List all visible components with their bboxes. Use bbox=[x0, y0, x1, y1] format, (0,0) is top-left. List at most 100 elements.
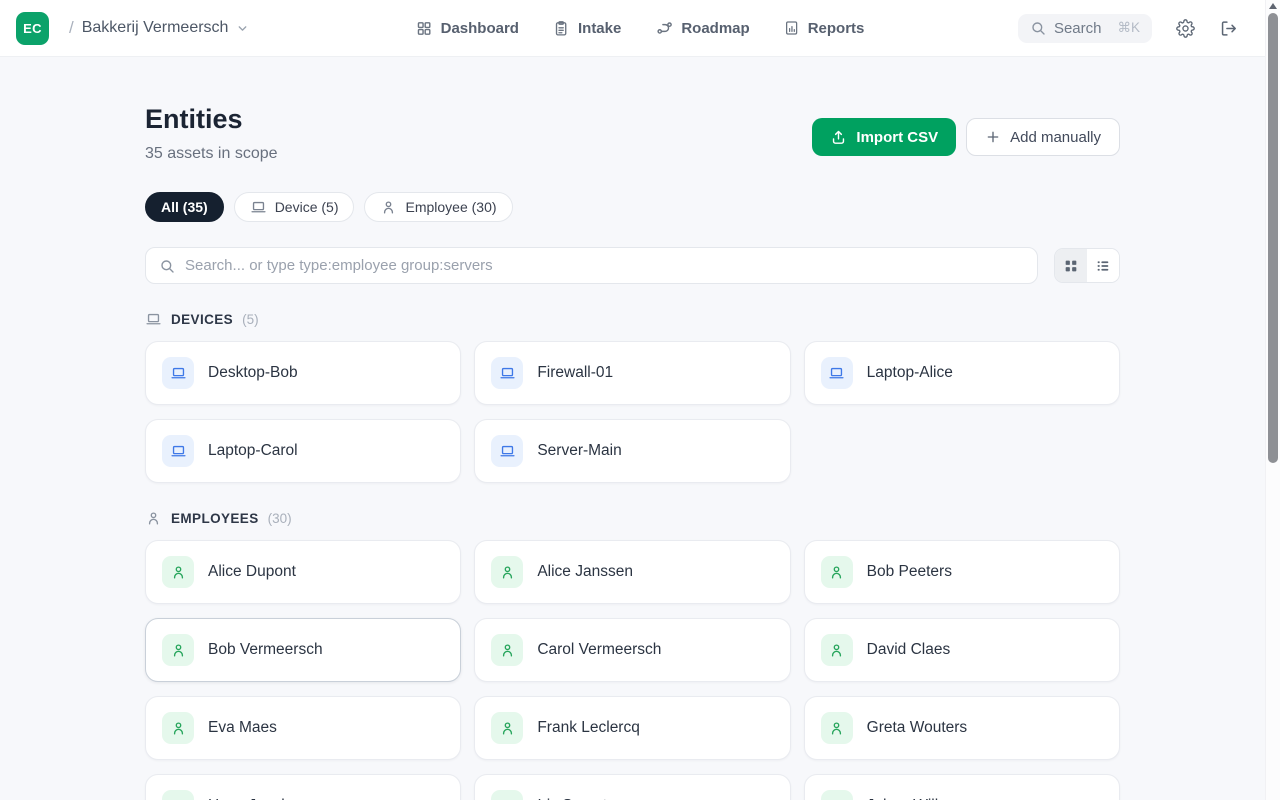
entity-card-carol-vermeersch[interactable]: Carol Vermeersch bbox=[474, 618, 790, 682]
person-icon bbox=[491, 634, 523, 666]
plus-icon bbox=[985, 129, 1001, 145]
person-icon bbox=[491, 712, 523, 744]
entity-name: Alice Dupont bbox=[208, 563, 296, 581]
nav-item-label: Dashboard bbox=[441, 20, 519, 37]
nav-item-dashboard[interactable]: Dashboard bbox=[416, 20, 519, 37]
entity-card-bob-peeters[interactable]: Bob Peeters bbox=[804, 540, 1120, 604]
person-icon bbox=[821, 712, 853, 744]
section-header-employees: EMPLOYEES (30) bbox=[145, 510, 1120, 527]
nav-item-label: Reports bbox=[808, 20, 865, 37]
search-icon bbox=[1030, 20, 1046, 36]
nav-item-reports[interactable]: Reports bbox=[784, 20, 865, 37]
filter-chip-label: Employee (30) bbox=[405, 199, 496, 215]
person-icon bbox=[821, 556, 853, 588]
person-icon bbox=[162, 634, 194, 666]
person-icon bbox=[821, 634, 853, 666]
global-search-label: Search bbox=[1054, 20, 1102, 37]
entity-card-firewall-01[interactable]: Firewall-01 bbox=[474, 341, 790, 405]
entity-name: Bob Peeters bbox=[867, 563, 952, 581]
list-view-icon bbox=[1095, 258, 1111, 274]
entity-card-iris-smeets[interactable]: Iris Smeets bbox=[474, 774, 790, 800]
breadcrumb-slash: / bbox=[69, 18, 74, 38]
entity-sections: DEVICES(5) Desktop-Bob Firewall-01 Laptop-A… bbox=[145, 311, 1120, 800]
main-content: Entities 35 assets in scope Import CSV A… bbox=[145, 57, 1120, 800]
filter-chip-label: Device (5) bbox=[275, 199, 339, 215]
app-logo[interactable]: EC bbox=[16, 12, 49, 45]
logout-icon[interactable] bbox=[1219, 19, 1238, 38]
entity-card-laptop-alice[interactable]: Laptop-Alice bbox=[804, 341, 1120, 405]
entity-name: Alice Janssen bbox=[537, 563, 633, 581]
section-header-devices: DEVICES(5) bbox=[145, 311, 1120, 328]
nav-item-intake[interactable]: Intake bbox=[553, 20, 621, 37]
entity-name: Firewall-01 bbox=[537, 364, 613, 382]
add-manually-label: Add manually bbox=[1010, 129, 1101, 146]
filter-chips: All (35) Device (5) Employee (30) bbox=[145, 192, 1120, 222]
laptop-icon bbox=[491, 435, 523, 467]
page-title: Entities bbox=[145, 104, 278, 135]
entity-name: Server-Main bbox=[537, 442, 621, 460]
entity-card-laptop-carol[interactable]: Laptop-Carol bbox=[145, 419, 461, 483]
entity-search bbox=[145, 247, 1038, 284]
nav-item-roadmap[interactable]: Roadmap bbox=[655, 19, 749, 37]
filter-chip-employee-30[interactable]: Employee (30) bbox=[364, 192, 512, 222]
entity-card-johan-willems[interactable]: Johan Willems bbox=[804, 774, 1120, 800]
grid-view-button[interactable] bbox=[1055, 249, 1087, 282]
entity-card-frank-leclercq[interactable]: Frank Leclercq bbox=[474, 696, 790, 760]
nav-item-label: Roadmap bbox=[681, 20, 749, 37]
person-icon bbox=[491, 790, 523, 800]
list-view-button[interactable] bbox=[1087, 249, 1119, 282]
org-name: Bakkerij Vermeersch bbox=[82, 19, 229, 37]
search-shortcut: ⌘K bbox=[1117, 20, 1140, 36]
entity-name: David Claes bbox=[867, 641, 951, 659]
person-icon bbox=[162, 556, 194, 588]
entity-card-hans-jacobs[interactable]: Hans Jacobs bbox=[145, 774, 461, 800]
entity-card-desktop-bob[interactable]: Desktop-Bob bbox=[145, 341, 461, 405]
chevron-down-icon bbox=[236, 22, 249, 35]
import-csv-label: Import CSV bbox=[856, 129, 938, 146]
entity-search-input[interactable] bbox=[185, 257, 1024, 274]
entity-card-greta-wouters[interactable]: Greta Wouters bbox=[804, 696, 1120, 760]
entity-card-alice-dupont[interactable]: Alice Dupont bbox=[145, 540, 461, 604]
settings-gear-icon[interactable] bbox=[1176, 19, 1195, 38]
entity-card-server-main[interactable]: Server-Main bbox=[474, 419, 790, 483]
intake-icon bbox=[553, 20, 570, 37]
scrollbar-up-arrow[interactable] bbox=[1269, 3, 1277, 9]
entity-name: Laptop-Alice bbox=[867, 364, 953, 382]
person-icon bbox=[821, 790, 853, 800]
topbar-actions: Search ⌘K bbox=[1018, 14, 1264, 43]
roadmap-icon bbox=[655, 19, 673, 37]
entity-name: Carol Vermeersch bbox=[537, 641, 661, 659]
laptop-icon bbox=[162, 435, 194, 467]
section-title: EMPLOYEES bbox=[171, 511, 259, 526]
global-search-button[interactable]: Search ⌘K bbox=[1018, 14, 1152, 43]
add-manually-button[interactable]: Add manually bbox=[966, 118, 1120, 156]
filter-chip-device-5[interactable]: Device (5) bbox=[234, 192, 355, 222]
search-icon bbox=[159, 258, 175, 274]
laptop-icon bbox=[145, 311, 162, 328]
org-switcher[interactable]: / Bakkerij Vermeersch bbox=[69, 18, 249, 38]
filter-chip-all-35[interactable]: All (35) bbox=[145, 192, 224, 222]
section-grid-devices: Desktop-Bob Firewall-01 Laptop-Alice Laptop… bbox=[145, 341, 1120, 483]
entity-name: Desktop-Bob bbox=[208, 364, 298, 382]
main-nav: Dashboard Intake Roadmap Reports bbox=[416, 19, 865, 37]
person-icon bbox=[162, 712, 194, 744]
reports-icon bbox=[784, 20, 800, 36]
entity-card-david-claes[interactable]: David Claes bbox=[804, 618, 1120, 682]
import-csv-button[interactable]: Import CSV bbox=[812, 118, 956, 156]
scrollbar-thumb[interactable] bbox=[1268, 13, 1278, 463]
section-count: (30) bbox=[268, 511, 292, 526]
laptop-icon bbox=[821, 357, 853, 389]
person-icon bbox=[491, 556, 523, 588]
grid-view-icon bbox=[1063, 258, 1079, 274]
entity-card-bob-vermeersch[interactable]: Bob Vermeersch bbox=[145, 618, 461, 682]
entity-card-eva-maes[interactable]: Eva Maes bbox=[145, 696, 461, 760]
entity-card-alice-janssen[interactable]: Alice Janssen bbox=[474, 540, 790, 604]
entity-name: Greta Wouters bbox=[867, 719, 968, 737]
scrollbar[interactable] bbox=[1265, 0, 1280, 800]
top-bar: EC / Bakkerij Vermeersch Dashboard Intake… bbox=[0, 0, 1280, 57]
laptop-icon bbox=[491, 357, 523, 389]
section-grid-employees: Alice Dupont Alice Janssen Bob Peeters Bob … bbox=[145, 540, 1120, 800]
person-icon bbox=[380, 199, 397, 216]
entity-name: Frank Leclercq bbox=[537, 719, 640, 737]
person-icon bbox=[145, 510, 162, 527]
